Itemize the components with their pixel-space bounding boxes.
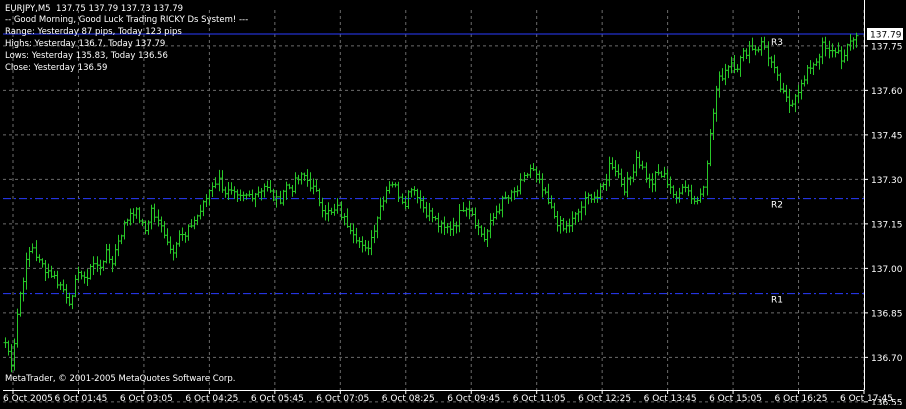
price-tick-label: 137.75 bbox=[871, 42, 903, 52]
price-tick-label: 137.15 bbox=[871, 220, 903, 230]
time-tick-label: 6 Oct 04:25 bbox=[185, 394, 238, 404]
time-tick-label: 6 Oct 11:05 bbox=[513, 394, 566, 404]
copyright-watermark: MetaTrader, © 2001-2005 MetaQuotes Softw… bbox=[5, 374, 236, 384]
close-line: Close: Yesterday 136.59 bbox=[5, 63, 108, 73]
bars-layer bbox=[3, 32, 859, 373]
lows-line: Lows: Yesterday 135.83, Today 136.56 bbox=[5, 51, 168, 61]
time-tick-label: 6 Oct 03:05 bbox=[120, 394, 173, 404]
time-tick-label: 6 Oct 07:05 bbox=[316, 394, 369, 404]
time-tick-label: 6 Oct 2005 bbox=[3, 394, 53, 404]
highs-line: Highs: Yesterday 136.7, Today 137.79 bbox=[5, 39, 166, 49]
current-price-label: 137.79 bbox=[870, 31, 902, 41]
price-chart[interactable]: R3 R2 R1 137.75 137.60 137.45 137.30 137.15 137… bbox=[0, 0, 906, 408]
range-line: Range: Yesterday 87 pips, Today 123 pips bbox=[5, 27, 182, 37]
time-tick-label: 6 Oct 12:25 bbox=[578, 394, 631, 404]
price-tick-label: 136.85 bbox=[871, 309, 903, 319]
price-tick-label: 137.45 bbox=[871, 131, 903, 141]
price-tick-label: 137.60 bbox=[871, 87, 903, 97]
time-tick-label: 6 Oct 08:25 bbox=[382, 394, 435, 404]
price-tick-label: 137.30 bbox=[871, 176, 903, 186]
level-label-r1: R1 bbox=[771, 296, 783, 306]
level-label-r2: R2 bbox=[771, 201, 783, 211]
time-tick-label: 6 Oct 05:45 bbox=[251, 394, 304, 404]
time-tick-label: 6 Oct 16:25 bbox=[775, 394, 828, 404]
level-label-r3: R3 bbox=[771, 38, 783, 48]
price-tick-label: 137.00 bbox=[871, 265, 903, 275]
ohlc-values: 137.75 137.79 137.73 137.79 bbox=[56, 4, 184, 14]
levels-layer: R3 R2 R1 bbox=[3, 33, 864, 306]
greeting-line: -- Good Morning, Good Luck Trading RICKY… bbox=[5, 15, 249, 25]
price-tick-label: 136.70 bbox=[871, 354, 903, 364]
time-tick-label: 6 Oct 13:45 bbox=[644, 394, 697, 404]
time-tick-label: 6 Oct 09:45 bbox=[447, 394, 500, 404]
chart-title: EURJPY,M5 137.75 137.79 137.73 137.79 bbox=[5, 4, 183, 15]
time-tick-label: 6 Oct 15:05 bbox=[709, 394, 762, 404]
time-tick-label: 6 Oct 01:45 bbox=[54, 394, 107, 404]
time-tick-label: 6 Oct 17:45 bbox=[840, 394, 893, 404]
symbol-label: EURJPY,M5 bbox=[5, 4, 51, 14]
